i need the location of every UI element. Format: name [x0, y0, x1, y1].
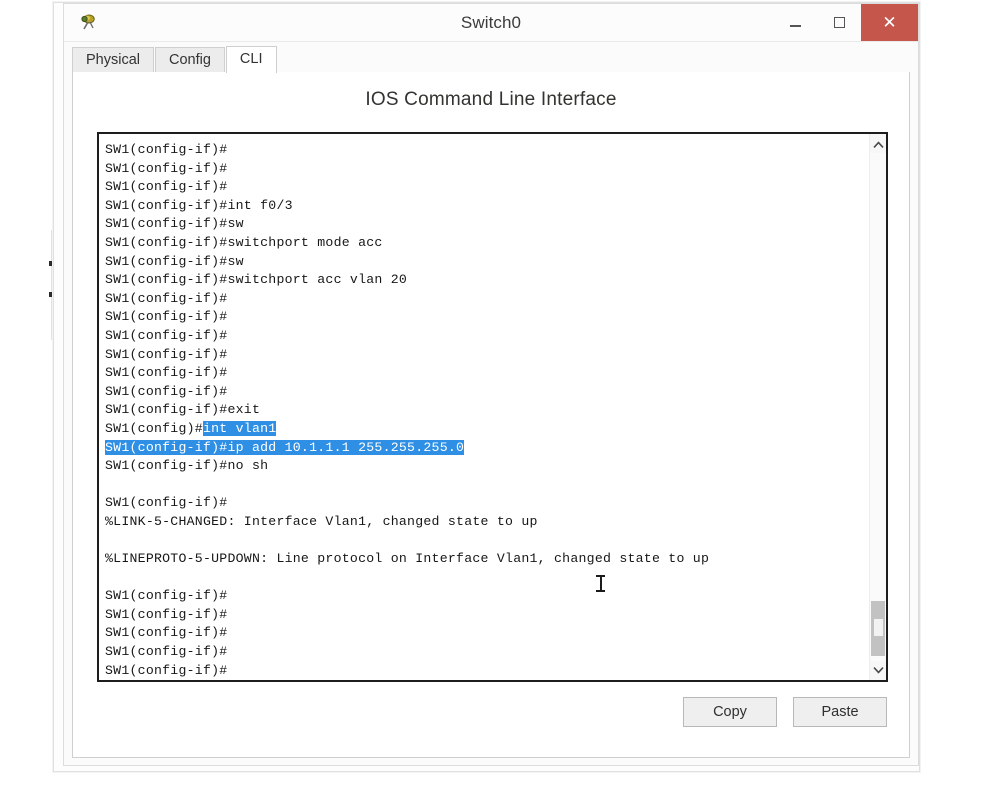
maximize-button[interactable]: [817, 4, 861, 41]
terminal-line: SW1(config-if)#sw: [105, 216, 244, 232]
terminal-line: SW1(config-if)#sw: [105, 253, 244, 269]
tab-list: Physical Config CLI: [72, 46, 278, 73]
action-button-row: Copy Paste: [683, 697, 887, 727]
terminal-line: SW1(config-if)#: [105, 644, 228, 660]
terminal-line: %LINEPROTO-5-UPDOWN: Line protocol on In…: [105, 551, 710, 567]
tab-config[interactable]: Config: [155, 47, 225, 73]
terminal-line: SW1(config-if)#: [105, 365, 228, 381]
terminal-line: SW1(config-if)#: [105, 160, 228, 176]
terminal-line: SW1(config-if)#no sh: [105, 458, 269, 474]
close-button[interactable]: ✕: [861, 4, 918, 41]
terminal-line: SW1(config-if)#: [105, 606, 228, 622]
terminal-line: SW1(config-if)#: [105, 142, 228, 157]
terminal-line: SW1(config-if)#: [105, 495, 228, 511]
terminal-line: SW1(config-if)#: [105, 179, 228, 195]
terminal-line: SW1(config-if)#ip add 10.1.1.1 255.255.2…: [105, 439, 869, 458]
tab-strip: Physical Config CLI: [64, 42, 918, 73]
copy-button[interactable]: Copy: [683, 697, 777, 727]
terminal-line: SW1(config-if)#exit: [105, 402, 261, 418]
terminal-line: %LINK-5-CHANGED: Interface Vlan1, change…: [105, 513, 538, 529]
terminal-line: SW1(config-if)#: [105, 625, 228, 641]
switch-device-window: Switch0 ✕ Physical Config CLI IOS Comman…: [63, 3, 919, 766]
selected-text: SW1(config-if)#ip add 10.1.1.1 255.255.2…: [105, 439, 465, 455]
scroll-up-icon[interactable]: [870, 136, 886, 153]
terminal-line: SW1(config-if)#: [105, 588, 228, 604]
paste-button[interactable]: Paste: [793, 697, 887, 727]
terminal-line: SW1(config-if)#switchport acc vlan 20: [105, 272, 408, 288]
terminal-line: SW1(config-if)#int f0/3: [105, 197, 293, 213]
window-controls: ✕: [773, 4, 918, 41]
close-icon: ✕: [882, 13, 897, 32]
cli-panel: IOS Command Line Interface SW1(config-if…: [72, 72, 910, 758]
terminal-scrollbar[interactable]: [869, 134, 886, 680]
terminal-line: SW1(config-if)#: [105, 383, 228, 399]
window-titlebar[interactable]: Switch0 ✕: [64, 4, 918, 42]
terminal-line: SW1(config-if)#: [105, 309, 228, 325]
minimize-button[interactable]: [773, 4, 817, 41]
terminal-line: SW1(config)#int vlan1: [105, 420, 277, 436]
terminal-line: SW1(config-if)#switchport mode acc: [105, 234, 383, 250]
selected-text: int vlan1: [202, 420, 277, 436]
maximize-icon: [833, 17, 845, 28]
terminal-line: SW1(config-if)#: [105, 662, 228, 678]
cli-terminal-output[interactable]: SW1(config-if)# SW1(config-if)# SW1(config…: [99, 134, 869, 680]
left-edge-line: [51, 230, 52, 340]
tab-cli[interactable]: CLI: [225, 46, 277, 73]
scrollbar-track[interactable]: [870, 153, 886, 661]
scrollbar-thumb[interactable]: [871, 601, 885, 656]
tab-physical[interactable]: Physical: [72, 47, 154, 73]
scroll-down-icon[interactable]: [870, 661, 886, 678]
minimize-icon: [789, 24, 801, 27]
scrollbar-grip: [874, 619, 883, 636]
terminal-line: SW1(config-if)#: [105, 290, 228, 306]
page-title: IOS Command Line Interface: [365, 89, 617, 110]
terminal-line: SW1(config-if)#: [105, 346, 228, 362]
terminal-frame: SW1(config-if)# SW1(config-if)# SW1(config…: [97, 132, 888, 682]
terminal-line: SW1(config-if)#: [105, 327, 228, 343]
